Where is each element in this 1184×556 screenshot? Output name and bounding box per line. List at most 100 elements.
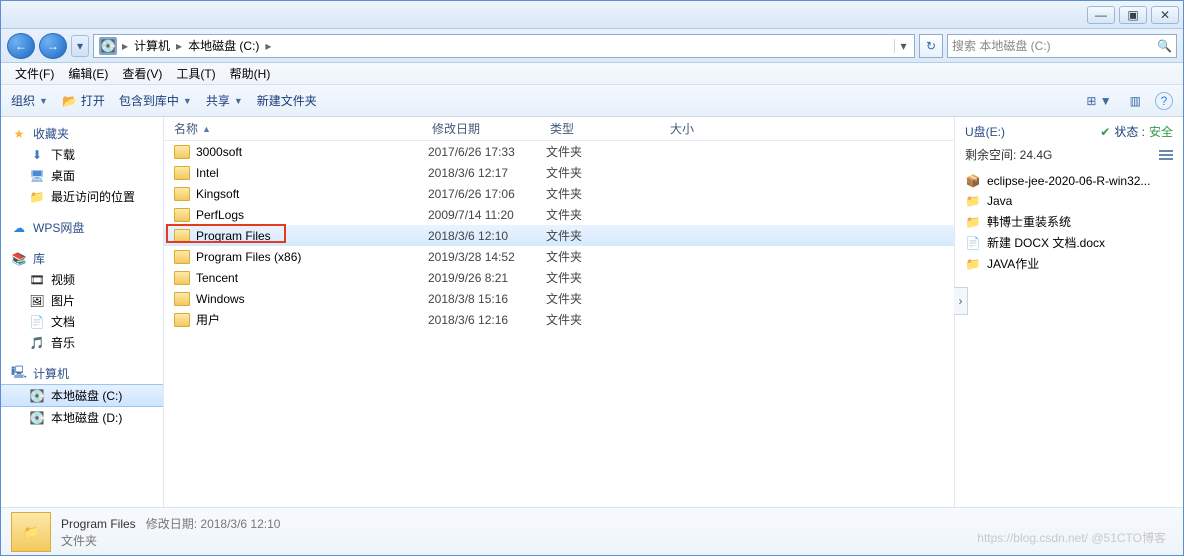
history-dropdown-button[interactable]: ▾	[71, 35, 89, 57]
breadcrumb-computer[interactable]: 计算机	[130, 37, 174, 54]
sidebar-desktop[interactable]: 🖥桌面	[1, 165, 163, 186]
address-bar[interactable]: 💽 ▸ 计算机 ▸ 本地磁盘 (C:) ▸ ▾	[93, 34, 915, 58]
preview-item[interactable]: 📁 Java	[965, 191, 1173, 211]
preview-item[interactable]: 📄新建 DOCX 文档.docx	[965, 232, 1173, 253]
breadcrumb-drive-c[interactable]: 本地磁盘 (C:)	[184, 37, 263, 54]
help-button[interactable]: ?	[1155, 92, 1173, 110]
file-row[interactable]: 用户2018/3/6 12:16文件夹	[164, 309, 954, 330]
view-options-button[interactable]: ⊞ ▼	[1082, 92, 1115, 110]
status-bar: 📁 Program Files 修改日期: 2018/3/6 12:10 文件夹	[1, 507, 1183, 555]
drive-icon: 💽	[29, 410, 45, 426]
file-row[interactable]: Tencent2019/9/26 8:21文件夹	[164, 267, 954, 288]
sidebar-music[interactable]: 🎵音乐	[1, 332, 163, 353]
close-button[interactable]: ✕	[1151, 6, 1179, 24]
file-icon: 📁	[965, 193, 981, 209]
file-type: 文件夹	[546, 311, 666, 328]
breadcrumb-arrow-icon[interactable]: ▸	[263, 39, 273, 53]
file-date: 2019/3/28 14:52	[428, 250, 546, 264]
preview-item-label: Java	[987, 194, 1012, 208]
menu-tools[interactable]: 工具(T)	[170, 63, 221, 84]
preview-item[interactable]: 📦eclipse-jee-2020-06-R-win32...	[965, 171, 1173, 191]
column-size[interactable]: 大小	[660, 120, 740, 137]
open-button[interactable]: 📂打开	[62, 92, 105, 109]
preview-item[interactable]: 📁 JAVA作业	[965, 253, 1173, 274]
desktop-icon: 🖥	[29, 168, 45, 184]
open-folder-icon: 📂	[62, 94, 77, 108]
column-name[interactable]: 名称▲	[164, 120, 422, 137]
sidebar-favorites[interactable]: ★收藏夹	[1, 123, 163, 144]
preview-item-label: JAVA作业	[987, 255, 1039, 272]
library-icon: 📚	[11, 251, 27, 267]
preview-item-label: eclipse-jee-2020-06-R-win32...	[987, 174, 1150, 188]
refresh-button[interactable]: ↻	[919, 34, 943, 58]
file-name: 用户	[196, 311, 428, 328]
breadcrumb-arrow-icon[interactable]: ▸	[174, 39, 184, 53]
star-icon: ★	[11, 126, 27, 142]
cloud-icon: ☁	[11, 220, 27, 236]
address-dropdown-button[interactable]: ▾	[894, 39, 912, 53]
file-date: 2017/6/26 17:33	[428, 145, 546, 159]
include-in-library-button[interactable]: 包含到库中▼	[119, 92, 192, 109]
folder-icon	[174, 250, 190, 264]
file-type: 文件夹	[546, 143, 666, 160]
menu-file[interactable]: 文件(F)	[9, 63, 60, 84]
picture-icon: 🖼	[29, 293, 45, 309]
check-icon: ✔	[1100, 125, 1110, 139]
folder-icon	[174, 208, 190, 222]
file-name: Windows	[196, 292, 428, 306]
music-icon: 🎵	[29, 335, 45, 351]
folder-icon	[174, 313, 190, 327]
preview-item[interactable]: 📁韩博士重装系统	[965, 211, 1173, 232]
file-row[interactable]: 3000soft2017/6/26 17:33文件夹	[164, 141, 954, 162]
search-input[interactable]: 搜索 本地磁盘 (C:) 🔍	[947, 34, 1177, 58]
menu-icon[interactable]	[1159, 148, 1173, 162]
menu-edit[interactable]: 编辑(E)	[62, 63, 114, 84]
sidebar-recent-places[interactable]: 📁最近访问的位置	[1, 186, 163, 207]
folder-icon	[174, 292, 190, 306]
file-row[interactable]: Kingsoft2017/6/26 17:06文件夹	[164, 183, 954, 204]
collapse-preview-button[interactable]: ›	[954, 287, 968, 315]
share-button[interactable]: 共享▼	[206, 92, 243, 109]
column-date[interactable]: 修改日期	[422, 120, 540, 137]
sort-asc-icon: ▲	[202, 124, 211, 134]
preview-pane-toggle[interactable]: ▥	[1126, 92, 1145, 110]
sidebar-libraries[interactable]: 📚库	[1, 248, 163, 269]
status-text: Program Files 修改日期: 2018/3/6 12:10 文件夹	[61, 515, 280, 549]
file-date: 2018/3/6 12:16	[428, 313, 546, 327]
minimize-button[interactable]: —	[1087, 6, 1115, 24]
search-icon[interactable]: 🔍	[1157, 39, 1172, 53]
menu-view[interactable]: 查看(V)	[116, 63, 168, 84]
file-row[interactable]: Program Files2018/3/6 12:10文件夹	[164, 225, 954, 246]
organize-button[interactable]: 组织▼	[11, 92, 48, 109]
file-date: 2018/3/6 12:10	[428, 229, 546, 243]
menu-help[interactable]: 帮助(H)	[224, 63, 277, 84]
sidebar-downloads[interactable]: ⬇下载	[1, 144, 163, 165]
file-row[interactable]: PerfLogs2009/7/14 11:20文件夹	[164, 204, 954, 225]
back-button[interactable]: ←	[7, 33, 35, 59]
sidebar-pictures[interactable]: 🖼图片	[1, 290, 163, 311]
column-type[interactable]: 类型	[540, 120, 660, 137]
preview-free-space: 剩余空间: 24.4G	[965, 146, 1052, 163]
search-placeholder: 搜索 本地磁盘 (C:)	[952, 37, 1051, 54]
breadcrumb-arrow-icon[interactable]: ▸	[120, 39, 130, 53]
sidebar-computer[interactable]: 🖳计算机	[1, 363, 163, 384]
sidebar-videos[interactable]: 🎞视频	[1, 269, 163, 290]
sidebar-documents[interactable]: 📄文档	[1, 311, 163, 332]
sidebar-wps-cloud[interactable]: ☁WPS网盘	[1, 217, 163, 238]
file-row[interactable]: Windows2018/3/8 15:16文件夹	[164, 288, 954, 309]
file-name: Tencent	[196, 271, 428, 285]
explorer-window: — ▣ ✕ ← → ▾ 💽 ▸ 计算机 ▸ 本地磁盘 (C:) ▸ ▾ ↻ 搜索…	[0, 0, 1184, 556]
download-icon: ⬇	[29, 147, 45, 163]
file-type: 文件夹	[546, 290, 666, 307]
maximize-button[interactable]: ▣	[1119, 6, 1147, 24]
selected-folder-icon: 📁	[11, 512, 51, 552]
forward-button[interactable]: →	[39, 33, 67, 59]
file-row[interactable]: Program Files (x86)2019/3/28 14:52文件夹	[164, 246, 954, 267]
column-headers: 名称▲ 修改日期 类型 大小	[164, 117, 954, 141]
sidebar-drive-d[interactable]: 💽本地磁盘 (D:)	[1, 407, 163, 428]
new-folder-button[interactable]: 新建文件夹	[257, 92, 317, 109]
file-icon: 📁	[965, 256, 981, 272]
window-controls: — ▣ ✕	[1087, 6, 1179, 24]
sidebar-drive-c[interactable]: 💽本地磁盘 (C:)	[1, 384, 163, 407]
file-row[interactable]: Intel2018/3/6 12:17文件夹	[164, 162, 954, 183]
